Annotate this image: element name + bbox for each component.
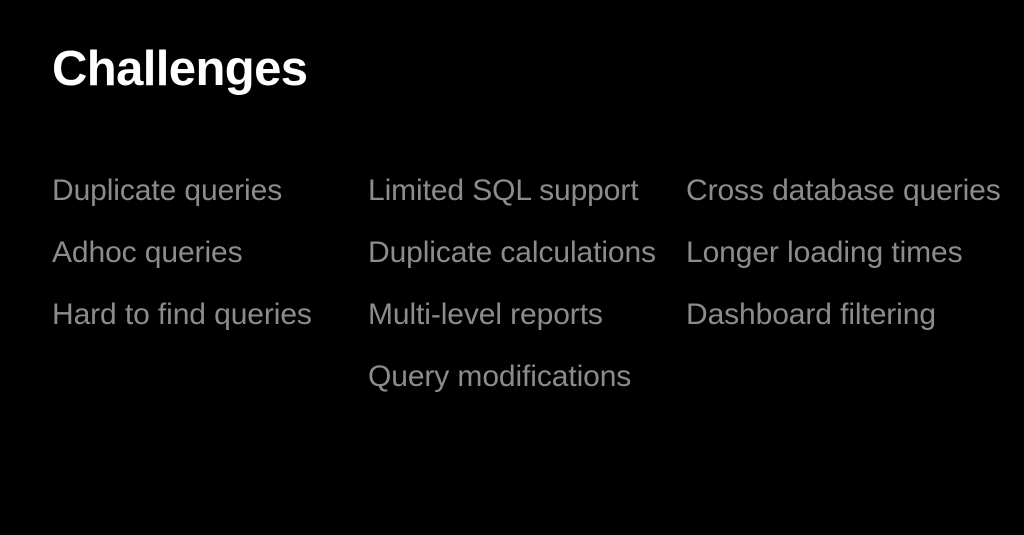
list-item: Adhoc queries	[52, 236, 243, 269]
presentation-slide: Challenges Duplicate queries Adhoc queri…	[0, 0, 1024, 535]
list-item: Hard to find queries	[52, 298, 312, 331]
challenges-column-3: Cross database queries Longer loading ti…	[686, 176, 1006, 330]
challenges-column-1: Duplicate queries Adhoc queries Hard to …	[52, 176, 352, 330]
list-item: Cross database queries	[686, 174, 1001, 207]
challenges-column-2: Limited SQL support Duplicate calculatio…	[368, 176, 668, 392]
list-item: Longer loading times	[686, 236, 963, 269]
list-item: Limited SQL support	[368, 174, 639, 207]
list-item: Dashboard filtering	[686, 298, 936, 331]
list-item: Duplicate queries	[52, 174, 283, 207]
list-item: Duplicate calculations	[368, 236, 656, 269]
page-title: Challenges	[52, 42, 308, 96]
list-item: Query modifications	[368, 360, 632, 393]
list-item: Multi-level reports	[368, 298, 603, 331]
